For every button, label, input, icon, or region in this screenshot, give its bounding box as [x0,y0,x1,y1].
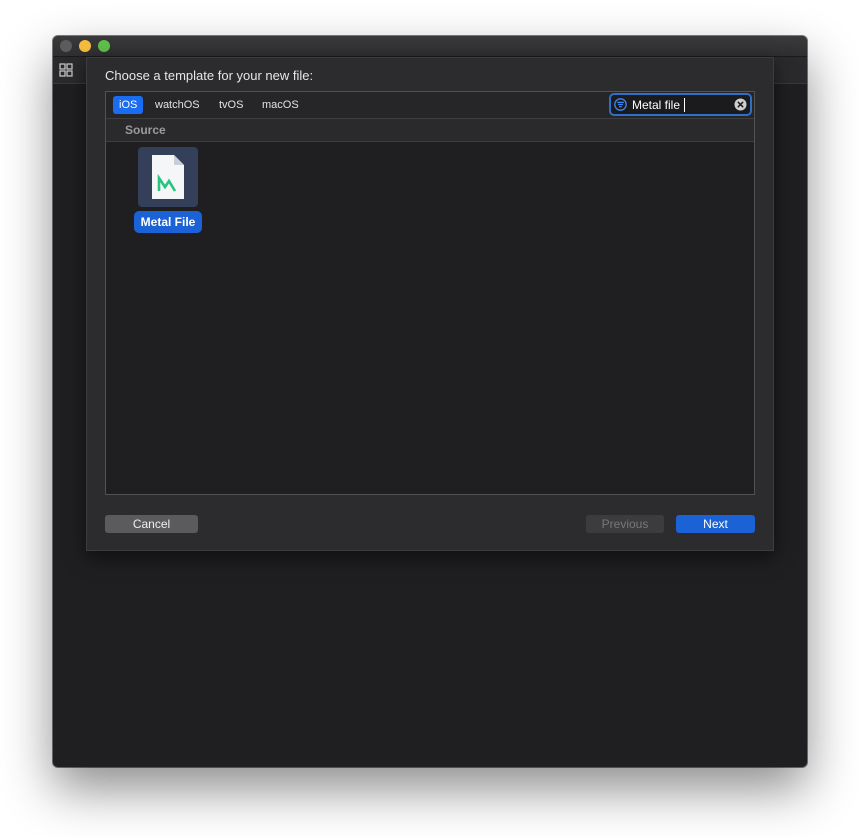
tab-ios[interactable]: iOS [113,96,144,114]
metal-file-icon [138,147,198,207]
next-button[interactable]: Next [676,515,755,533]
new-file-template-sheet: Choose a template for your new file: iOS… [86,57,774,551]
text-cursor [684,98,685,112]
cancel-button[interactable]: Cancel [105,515,198,533]
clear-circle-icon[interactable] [734,98,747,111]
template-item-metal-file[interactable]: Metal File [134,147,202,237]
section-label: Source [125,123,166,137]
template-search-field[interactable] [609,93,752,116]
sheet-title: Choose a template for your new file: [105,68,314,83]
previous-button[interactable]: Previous [586,515,664,533]
filter-icon[interactable] [614,98,627,111]
zoom-window-button[interactable] [98,40,110,52]
section-header-source: Source [106,119,754,142]
close-window-button[interactable] [60,40,72,52]
grid-icon[interactable] [59,63,73,77]
platform-tab-bar: iOS watchOS tvOS macOS [106,92,754,119]
minimize-window-button[interactable] [79,40,91,52]
template-label: Metal File [134,211,202,233]
title-bar [53,36,807,57]
search-input[interactable] [632,97,732,113]
tab-watchos[interactable]: watchOS [149,96,206,114]
tab-macos[interactable]: macOS [256,96,305,114]
template-chooser: iOS watchOS tvOS macOS Metal file Source… [105,91,755,495]
tab-tvos[interactable]: tvOS [213,96,249,114]
